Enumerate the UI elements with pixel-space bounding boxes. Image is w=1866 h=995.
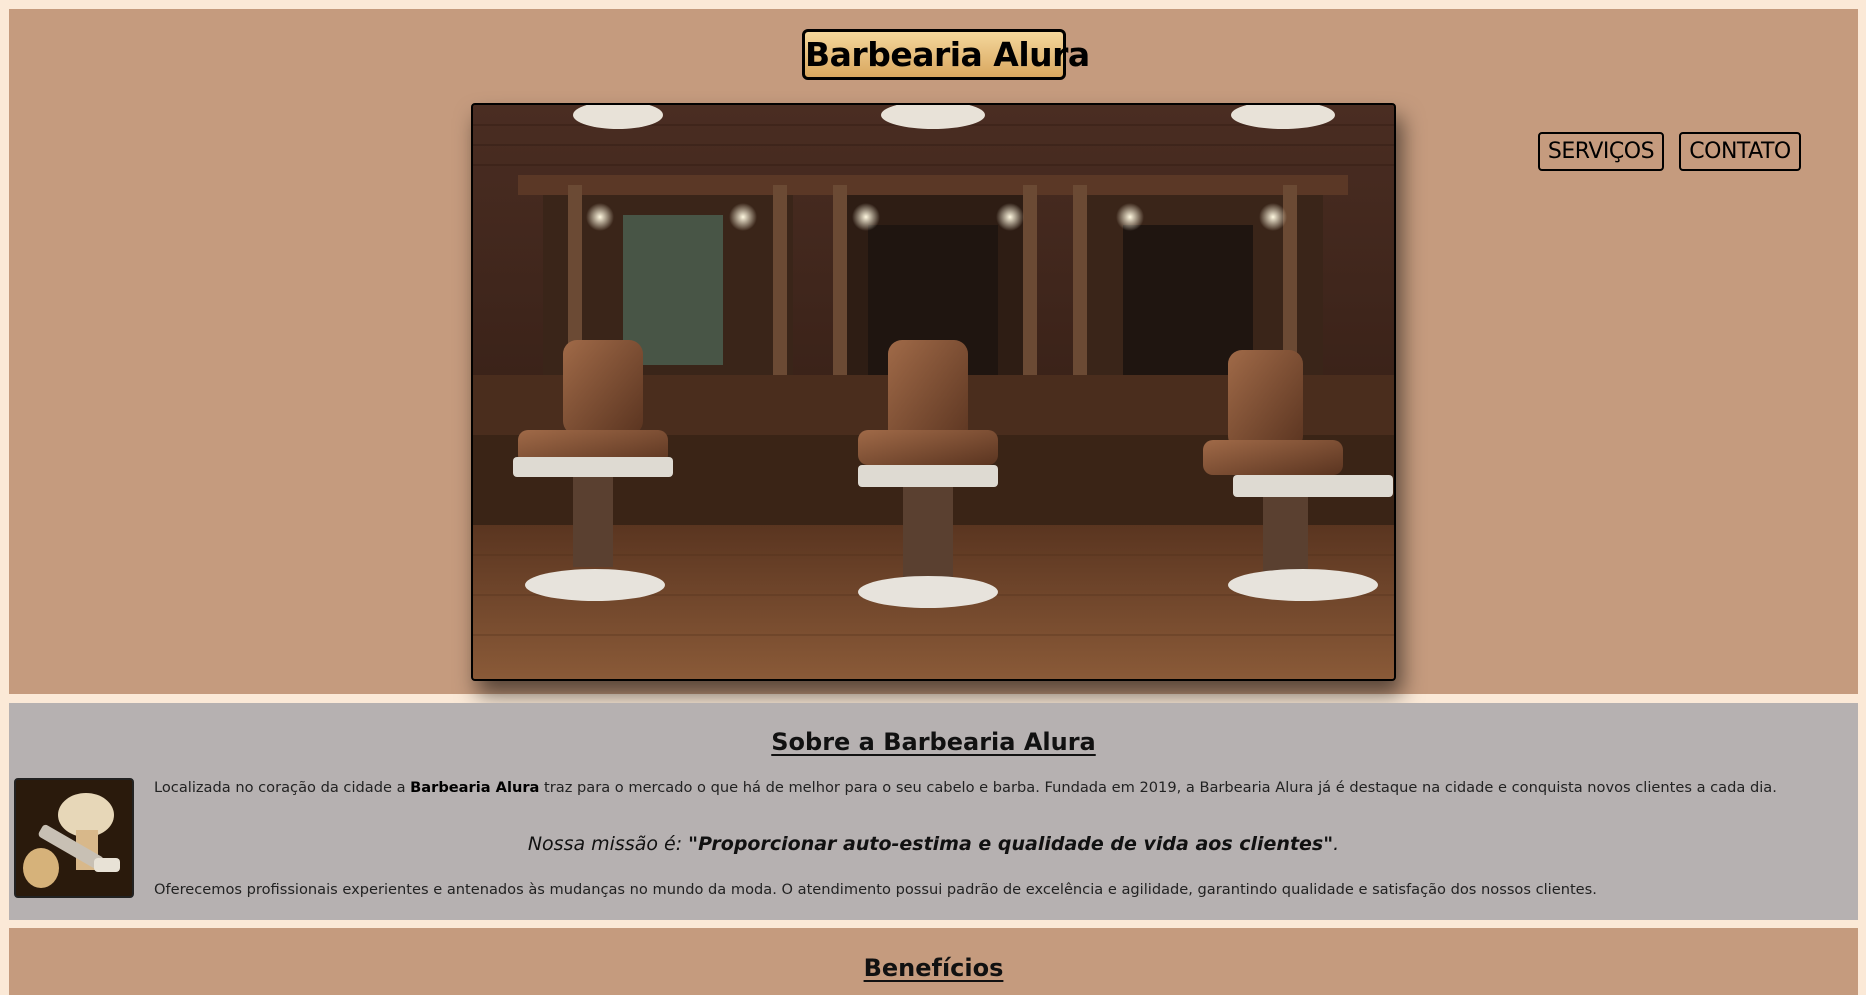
barbershop-photo (473, 105, 1394, 679)
about-p1-text-rest: traz para o mercado o que há de melhor p… (539, 779, 1777, 796)
hero-image (471, 103, 1396, 681)
benefits-section: Benefícios (9, 928, 1858, 995)
nav-servicos-link[interactable]: SERVIÇOS (1538, 132, 1664, 171)
mission-suffix: . (1333, 833, 1340, 855)
about-paragraph-2: Oferecemos profissionais experientes e a… (154, 881, 1597, 898)
site-header: Barbearia Alura SERVIÇOS CONTATO (9, 9, 1858, 694)
about-title: Sobre a Barbearia Alura (771, 728, 1096, 756)
about-paragraph-1: Localizada no coração da cidade a Barbea… (154, 778, 1854, 797)
about-p1-text: Localizada no coração da cidade a (154, 779, 411, 796)
mission-statement: Nossa missão é: "Proporcionar auto-estim… (9, 833, 1858, 855)
about-section: Sobre a Barbearia Alura Localizada no co… (9, 703, 1858, 920)
mission-quote: "Proporcionar auto-estima e qualidade de… (688, 833, 1334, 855)
site-logo[interactable]: Barbearia Alura (802, 29, 1090, 80)
mission-prefix: Nossa missão é: (527, 833, 689, 855)
benefits-title: Benefícios (863, 954, 1004, 982)
nav-contato-link[interactable]: CONTATO (1679, 132, 1801, 171)
about-p1-bold: Barbearia Alura (410, 779, 540, 796)
